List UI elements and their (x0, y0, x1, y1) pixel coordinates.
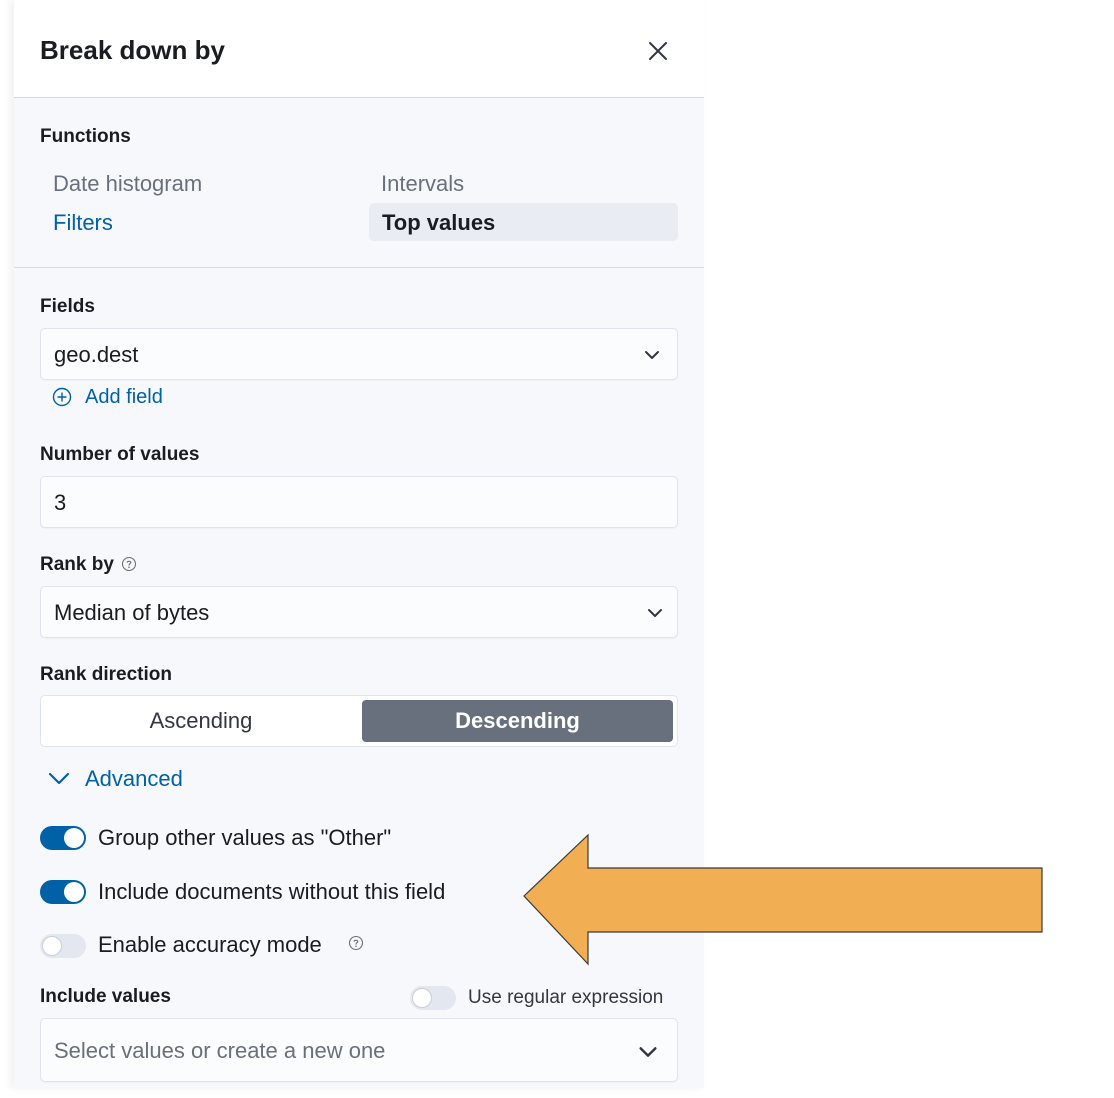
function-filters[interactable]: Filters (53, 210, 113, 236)
chevron-down-icon (639, 1047, 657, 1057)
field-select-value: geo.dest (54, 342, 139, 367)
accuracy-mode-switch[interactable] (40, 934, 86, 958)
fields-label: Fields (40, 296, 95, 317)
group-other-switch[interactable] (40, 826, 86, 850)
function-top-values[interactable]: Top values (369, 203, 678, 241)
close-icon (649, 42, 667, 60)
flyout-title: Break down by (40, 35, 225, 65)
number-of-values-value: 3 (54, 490, 67, 515)
section-divider (14, 267, 704, 268)
rank-direction-button-group: Ascending Descending (40, 695, 678, 747)
include-missing-label: Include documents without this field (98, 879, 446, 904)
chevron-down-icon (648, 609, 662, 617)
add-field-label: Add field (85, 386, 163, 408)
regex-switch[interactable] (410, 986, 456, 1010)
chevron-down-icon (645, 351, 659, 359)
rank-by-label: Rank by (40, 554, 114, 575)
number-of-values-input[interactable]: 3 (40, 476, 678, 528)
regex-label: Use regular expression (468, 987, 664, 1008)
advanced-label: Advanced (85, 766, 183, 791)
include-missing-switch[interactable] (40, 880, 86, 904)
function-date-histogram[interactable]: Date histogram (53, 171, 202, 197)
help-icon[interactable] (121, 556, 137, 572)
close-button[interactable] (644, 37, 672, 65)
group-other-label: Group other values as "Other" (98, 825, 392, 850)
include-values-placeholder: Select values or create a new one (54, 1038, 386, 1063)
accuracy-mode-label: Enable accuracy mode (98, 932, 322, 957)
plus-in-circle-icon (52, 387, 72, 407)
rank-by-value: Median of bytes (54, 600, 210, 625)
include-values-combobox[interactable]: Select values or create a new one (40, 1018, 678, 1082)
include-values-label: Include values (40, 986, 171, 1007)
functions-label: Functions (40, 126, 131, 147)
chevron-down-icon (48, 772, 70, 785)
number-of-values-label: Number of values (40, 444, 200, 465)
help-icon[interactable] (348, 935, 364, 951)
rank-direction-label: Rank direction (40, 664, 172, 685)
function-intervals[interactable]: Intervals (381, 171, 464, 197)
field-select[interactable]: geo.dest (40, 328, 678, 380)
flyout-panel: Break down by Functions Date histogram I… (14, 0, 704, 1088)
rank-by-select[interactable]: Median of bytes (40, 586, 678, 638)
flyout-header: Break down by (14, 0, 704, 98)
descending-button[interactable]: Descending (362, 700, 673, 742)
function-top-values-label: Top values (382, 210, 496, 235)
ascending-button[interactable]: Ascending (42, 700, 360, 742)
